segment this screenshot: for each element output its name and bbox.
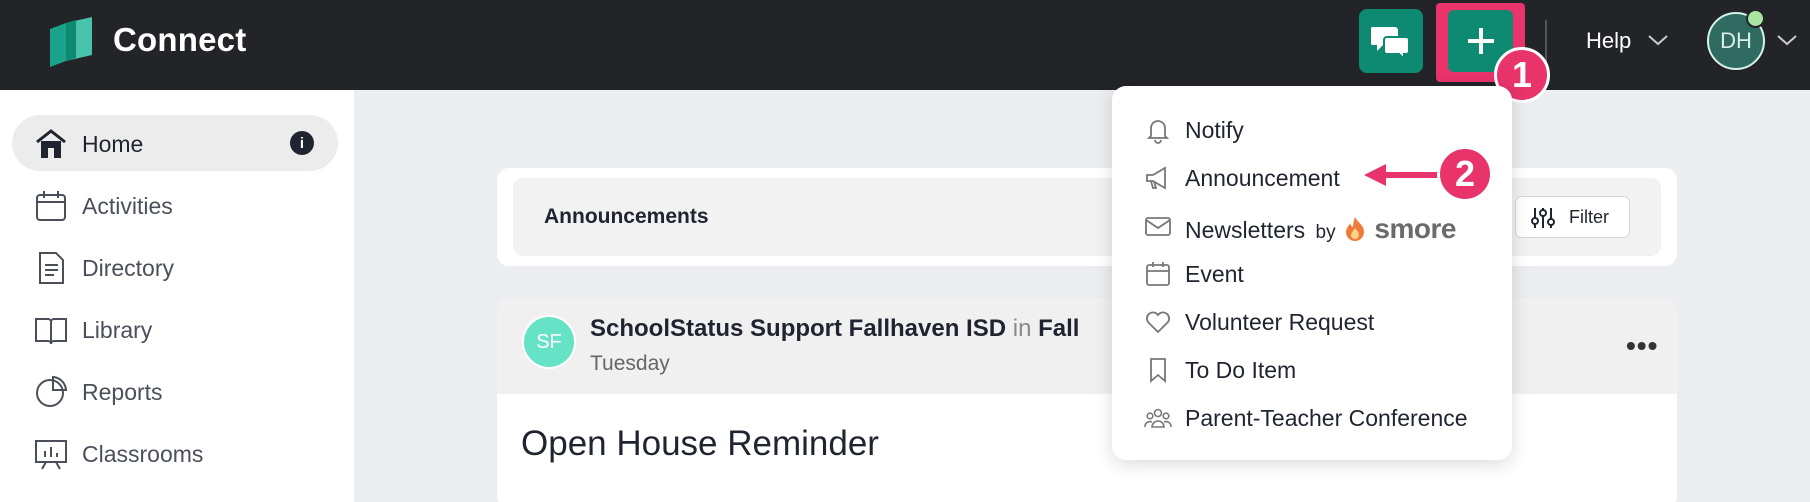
- post-channel[interactable]: Fall: [1038, 315, 1079, 342]
- calendar-icon: [1146, 262, 1170, 286]
- by-text: by: [1315, 222, 1336, 243]
- sidebar-item-activities[interactable]: Activities: [12, 177, 338, 233]
- post-in-word: in: [1012, 315, 1032, 342]
- flame-icon: [1346, 217, 1365, 241]
- post-date: Tuesday: [590, 352, 670, 375]
- filter-button[interactable]: Filter: [1515, 196, 1630, 238]
- menu-item-volunteer-request[interactable]: Volunteer Request: [1112, 300, 1512, 340]
- help-menu[interactable]: Help: [1586, 28, 1631, 54]
- menu-item-conference[interactable]: Parent-Teacher Conference: [1112, 396, 1512, 436]
- book-icon: [35, 318, 67, 345]
- megaphone-icon: [1146, 166, 1166, 190]
- pie-chart-icon: [36, 375, 68, 407]
- document-icon: [39, 252, 64, 284]
- bookmark-icon: [1150, 358, 1166, 383]
- home-icon: [36, 129, 66, 158]
- sidebar-item-classrooms[interactable]: Classrooms: [12, 425, 338, 481]
- menu-item-label-line: Newsletters by smore: [1185, 213, 1456, 245]
- menu-item-event[interactable]: Event: [1112, 252, 1512, 292]
- sidebar-item-label: Reports: [82, 379, 163, 405]
- menu-item-label: Event: [1185, 261, 1244, 287]
- filter-label: Filter: [1569, 207, 1609, 227]
- sidebar-item-reports[interactable]: Reports: [12, 363, 338, 419]
- sidebar-item-label: Home: [82, 131, 144, 157]
- create-menu: Notify Announcement Newsletters by smore: [1112, 86, 1512, 460]
- topbar-divider: [1545, 20, 1547, 64]
- announcements-title: Announcements: [544, 205, 709, 228]
- menu-item-label: Parent-Teacher Conference: [1185, 405, 1468, 431]
- sidebar-item-home[interactable]: Home i: [12, 115, 338, 171]
- menu-item-to-do[interactable]: To Do Item: [1112, 348, 1512, 388]
- connect-logo-icon: [50, 17, 92, 67]
- menu-item-label: Newsletters: [1185, 217, 1306, 243]
- chat-bubbles-icon: [1371, 27, 1410, 59]
- chevron-down-icon[interactable]: [1647, 30, 1669, 50]
- bell-icon: [1146, 120, 1170, 144]
- info-icon[interactable]: i: [290, 131, 314, 155]
- sidebar-item-directory[interactable]: Directory: [12, 239, 338, 295]
- menu-item-label: Notify: [1185, 117, 1244, 143]
- people-icon: [1144, 408, 1172, 428]
- sidebar-item-label: Library: [82, 317, 153, 343]
- calendar-icon: [36, 191, 66, 221]
- heart-icon: [1146, 311, 1170, 334]
- messages-button[interactable]: [1359, 9, 1423, 73]
- menu-item-label: To Do Item: [1185, 357, 1297, 383]
- classroom-board-icon: [35, 440, 67, 470]
- post-author-line: SchoolStatus Support Fallhaven ISD in Fa…: [590, 315, 1079, 343]
- sidebar-item-label: Directory: [82, 255, 175, 281]
- sliders-icon: [1531, 208, 1555, 228]
- sidebar: Home i Activities Directory Library Repo…: [0, 90, 354, 502]
- plus-icon: [1467, 28, 1494, 54]
- post-title: Open House Reminder: [521, 424, 879, 463]
- smore-logo: smore: [1374, 213, 1456, 244]
- sidebar-item-library[interactable]: Library: [12, 301, 338, 357]
- chevron-down-icon[interactable]: [1776, 30, 1798, 50]
- sidebar-item-label: Classrooms: [82, 441, 204, 467]
- step-2-badge: 2: [1437, 146, 1493, 202]
- author-avatar[interactable]: SF: [522, 315, 576, 369]
- more-options-icon[interactable]: •••: [1626, 330, 1658, 362]
- post-author[interactable]: SchoolStatus Support Fallhaven ISD: [590, 315, 1006, 342]
- menu-item-notify[interactable]: Notify: [1112, 108, 1512, 148]
- menu-item-newsletters[interactable]: Newsletters by smore: [1112, 204, 1512, 244]
- envelope-icon: [1145, 217, 1171, 236]
- menu-item-label: Volunteer Request: [1185, 309, 1375, 335]
- sidebar-item-label: Activities: [82, 193, 173, 219]
- online-status-dot: [1746, 9, 1765, 28]
- step-2-arrow: [1364, 164, 1440, 186]
- app-brand[interactable]: Connect: [113, 21, 246, 59]
- menu-item-label: Announcement: [1185, 165, 1340, 191]
